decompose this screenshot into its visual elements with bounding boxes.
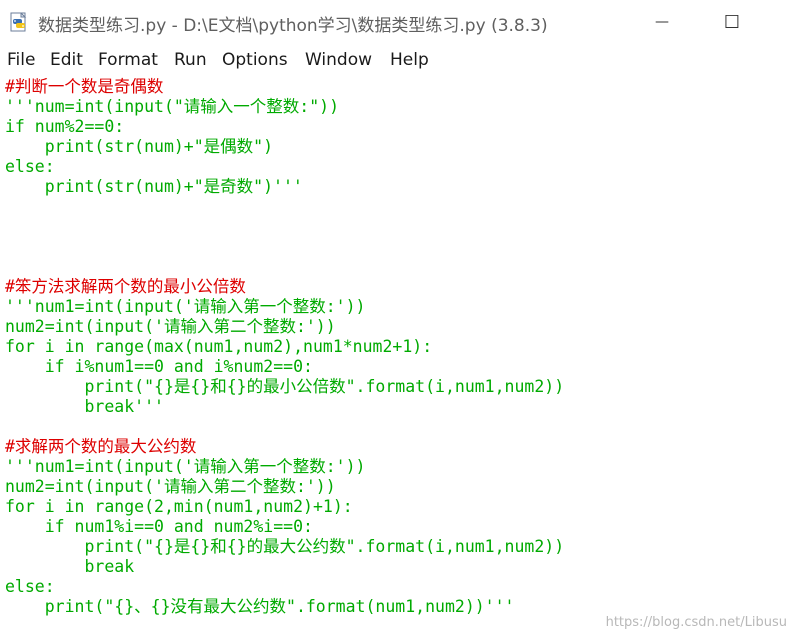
- code-line: if i%num1==0 and i%num2==0:: [5, 357, 313, 376]
- menu-file[interactable]: File: [7, 50, 35, 70]
- maximize-button[interactable]: ☐: [715, 10, 749, 34]
- menu-window[interactable]: Window: [305, 50, 372, 70]
- code-line: for i in range(2,min(num1,num2)+1):: [5, 497, 353, 516]
- window-title: 数据类型练习.py - D:\E文档\python学习\数据类型练习.py (3…: [38, 16, 548, 36]
- minimize-icon: —: [655, 14, 669, 30]
- code-line: #笨方法求解两个数的最小公倍数: [5, 277, 246, 296]
- menu-help[interactable]: Help: [390, 50, 429, 70]
- code-line: else:: [5, 577, 55, 596]
- code-editor[interactable]: #判断一个数是奇偶数 '''num=int(input("请输入一个整数:")) i…: [0, 77, 795, 638]
- maximize-icon: ☐: [723, 11, 741, 33]
- code-line: #求解两个数的最大公约数: [5, 437, 197, 456]
- code-line: print(str(num)+"是偶数"): [5, 137, 274, 156]
- code-line: num2=int(input('请输入第二个整数:')): [5, 317, 336, 336]
- code-line: if num1%i==0 and num2%i==0:: [5, 517, 313, 536]
- code-line: #判断一个数是奇偶数: [5, 77, 164, 96]
- code-line: num2=int(input('请输入第二个整数:')): [5, 477, 336, 496]
- code-line: for i in range(max(num1,num2),num1*num2+…: [5, 337, 433, 356]
- code-line: print("{}、{}没有最大公约数".format(num1,num2))'…: [5, 597, 515, 616]
- menu-run[interactable]: Run: [174, 50, 207, 70]
- code-line: '''num1=int(input('请输入第一个整数:')): [5, 457, 366, 476]
- watermark: https://blog.csdn.net/Libusu: [605, 615, 787, 630]
- code-line: print(str(num)+"是奇数")''': [5, 177, 303, 196]
- minimize-button[interactable]: —: [645, 10, 679, 34]
- menu-options[interactable]: Options: [222, 50, 288, 70]
- code-line: else:: [5, 157, 55, 176]
- menu-bar: File Edit Format Run Options Window Help: [0, 44, 795, 76]
- code-text: #判断一个数是奇偶数 '''num=int(input("请输入一个整数:")) i…: [5, 77, 564, 617]
- python-idle-icon: [10, 12, 27, 32]
- title-bar: 数据类型练习.py - D:\E文档\python学习\数据类型练习.py (3…: [0, 0, 795, 44]
- code-line: break: [5, 557, 135, 576]
- menu-edit[interactable]: Edit: [50, 50, 83, 70]
- code-line: '''num=int(input("请输入一个整数:")): [5, 97, 340, 116]
- code-line: print("{}是{}和{}的最大公约数".format(i,num1,num…: [5, 537, 565, 556]
- menu-format[interactable]: Format: [98, 50, 158, 70]
- code-line: break''': [5, 397, 164, 416]
- code-line: print("{}是{}和{}的最小公倍数".format(i,num1,num…: [5, 377, 565, 396]
- code-line: if num%2==0:: [5, 117, 125, 136]
- code-line: '''num1=int(input('请输入第一个整数:')): [5, 297, 366, 316]
